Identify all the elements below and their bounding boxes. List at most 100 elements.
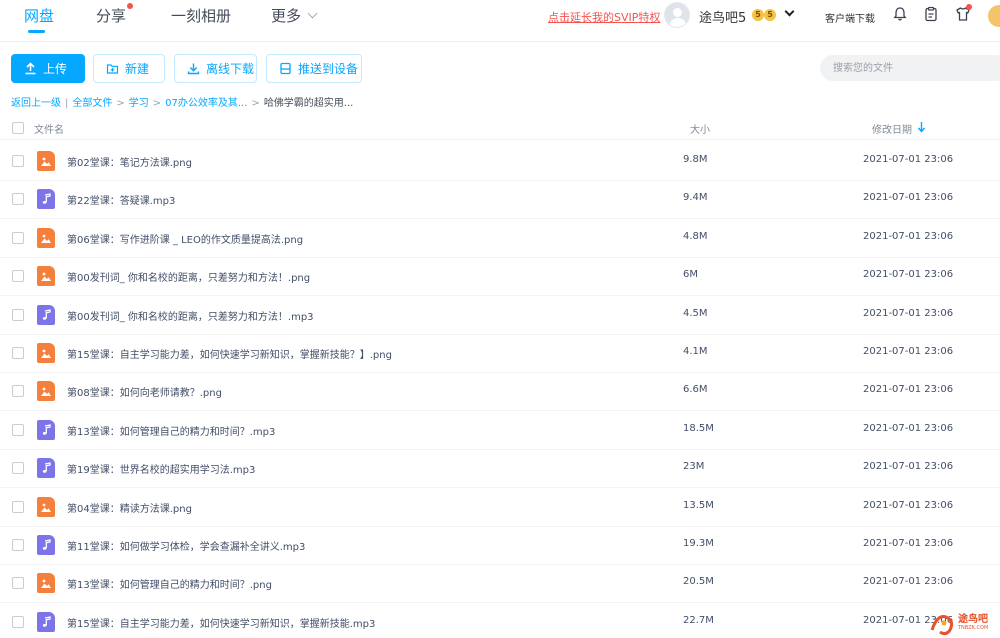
nav-tab-share[interactable]: 分享 bbox=[96, 5, 126, 26]
nav-tab-more[interactable]: 更多 bbox=[271, 5, 301, 26]
row-checkbox[interactable] bbox=[12, 423, 24, 436]
search-input[interactable] bbox=[820, 55, 1000, 81]
image-file-icon bbox=[37, 266, 55, 287]
sort-descending-icon[interactable] bbox=[917, 121, 926, 133]
row-checkbox[interactable] bbox=[12, 539, 24, 551]
client-download-link[interactable]: 客户端下载 bbox=[825, 10, 875, 25]
file-row[interactable]: 第06堂课：写作进阶课 _ LEO的作文质量提高法.png 4.8M 2021-07… bbox=[0, 219, 1000, 258]
row-checkbox[interactable] bbox=[12, 500, 24, 513]
file-size: 4.5M bbox=[683, 307, 708, 319]
breadcrumb-office[interactable]: 07办公效率及其... bbox=[165, 94, 247, 109]
select-all-checkbox[interactable] bbox=[12, 122, 24, 134]
download-icon bbox=[187, 63, 200, 75]
file-size: 6M bbox=[683, 269, 698, 281]
file-row[interactable]: 第04堂课：精读方法课.png 13.5M 2021-07-01 23:06 bbox=[0, 488, 1000, 527]
vip-badge-icon: 5 bbox=[764, 9, 776, 21]
file-name[interactable]: 第22堂课：答疑课.mp3 bbox=[67, 192, 175, 207]
row-checkbox[interactable] bbox=[12, 231, 24, 244]
file-row[interactable]: 第22堂课：答疑课.mp3 9.4M 2021-07-01 23:06 bbox=[0, 180, 1000, 220]
breadcrumb-chevron-icon: > bbox=[116, 98, 125, 109]
file-row[interactable]: 第00发刊词_ 你和名校的距离，只差努力和方法！.png 6M 2021-07-01… bbox=[0, 257, 1000, 297]
breadcrumb-chevron-icon: > bbox=[152, 98, 162, 109]
breadcrumb-back[interactable]: 返回上一级 bbox=[11, 94, 61, 109]
profile-avatar[interactable] bbox=[988, 5, 1000, 27]
file-name[interactable]: 第06堂课：写作进阶课 _ LEO的作文质量提高法.png bbox=[67, 231, 303, 246]
column-header-date[interactable]: 修改日期 bbox=[872, 121, 912, 136]
file-size: 23M bbox=[683, 461, 705, 473]
row-checkbox[interactable] bbox=[12, 193, 24, 206]
file-row[interactable]: 第00发刊词_ 你和名校的距离，只差努力和方法！.mp3 4.5M 2021-07-… bbox=[0, 296, 1000, 335]
file-size: 4.1M bbox=[683, 346, 708, 357]
audio-file-icon bbox=[37, 419, 55, 440]
file-row[interactable]: 第13堂课：如何管理自己的精力和时间？.mp3 18.5M 2021-07-01 2… bbox=[0, 411, 1000, 450]
file-name[interactable]: 第15堂课：自主学习能力差，如何快速学习新知识，掌握新技能.mp3 bbox=[67, 615, 375, 630]
svip-renew-link[interactable]: 点击延长我的SVIP特权 bbox=[548, 9, 660, 25]
breadcrumb-all-files[interactable]: 全部文件 bbox=[72, 94, 112, 109]
file-size: 19.3M bbox=[683, 538, 714, 549]
more-chevron-down-icon[interactable] bbox=[307, 8, 318, 19]
file-row[interactable]: 第02堂课：笔记方法课.png 9.8M 2021-07-01 23:06 bbox=[0, 142, 1000, 181]
file-row[interactable]: 第15堂课：自主学习能力差，如何快速学习新知识，掌握新技能.mp3 22.7M 20… bbox=[0, 603, 1000, 638]
breadcrumb-study[interactable]: 学习 bbox=[129, 94, 149, 109]
nav-active-indicator bbox=[28, 30, 45, 33]
file-name[interactable]: 第02堂课：笔记方法课.png bbox=[67, 154, 192, 169]
row-checkbox[interactable] bbox=[12, 270, 24, 283]
upload-label: 上传 bbox=[43, 62, 68, 76]
new-button[interactable]: 新建 bbox=[93, 54, 165, 83]
row-checkbox[interactable] bbox=[12, 462, 24, 475]
row-checkbox[interactable] bbox=[12, 308, 24, 321]
new-folder-icon bbox=[106, 64, 119, 74]
file-name[interactable]: 第13堂课：如何管理自己的精力和时间？.png bbox=[67, 576, 272, 591]
column-header-name[interactable]: 文件名 bbox=[34, 121, 64, 136]
image-file-icon bbox=[37, 227, 55, 248]
image-file-icon bbox=[37, 343, 55, 363]
file-size: 9.8M bbox=[683, 154, 708, 165]
audio-file-icon bbox=[37, 611, 55, 632]
file-name[interactable]: 第13堂课：如何管理自己的精力和时间？.mp3 bbox=[67, 423, 275, 438]
device-icon bbox=[280, 62, 291, 75]
nav-tab-moment-album[interactable]: 一刻相册 bbox=[171, 5, 231, 26]
file-name[interactable]: 第19堂课：世界名校的超实用学习法.mp3 bbox=[67, 461, 255, 476]
file-size: 9.4M bbox=[683, 192, 708, 204]
file-size: 13.5M bbox=[683, 499, 714, 511]
file-name[interactable]: 第11堂课：如何做学习体检，学会查漏补全讲义.mp3 bbox=[67, 538, 305, 553]
share-notification-dot bbox=[127, 3, 133, 9]
row-checkbox[interactable] bbox=[12, 155, 24, 167]
upload-button[interactable]: 上传 bbox=[11, 54, 85, 83]
row-checkbox[interactable] bbox=[12, 347, 24, 359]
file-row[interactable]: 第19堂课：世界名校的超实用学习法.mp3 23M 2021-07-01 23:06 bbox=[0, 449, 1000, 489]
file-name[interactable]: 第00发刊词_ 你和名校的距离，只差努力和方法！.png bbox=[67, 269, 310, 284]
row-checkbox[interactable] bbox=[12, 577, 24, 590]
new-label: 新建 bbox=[125, 62, 150, 76]
offline-download-label: 离线下载 bbox=[206, 62, 255, 76]
user-avatar[interactable] bbox=[664, 2, 690, 28]
breadcrumb-separator: | bbox=[65, 98, 69, 109]
file-row[interactable]: 第08堂课：如何向老师请教？.png 6.6M 2021-07-01 23:06 bbox=[0, 372, 1000, 412]
username[interactable]: 途鸟吧5 bbox=[699, 7, 746, 26]
offline-download-button[interactable]: 离线下载 bbox=[174, 54, 257, 83]
file-modified-date: 2021-07-01 23:06 bbox=[863, 576, 954, 588]
file-name[interactable]: 第04堂课：精读方法课.png bbox=[67, 500, 192, 515]
file-name[interactable]: 第08堂课：如何向老师请教？.png bbox=[67, 384, 222, 399]
row-checkbox[interactable] bbox=[12, 615, 24, 628]
row-checkbox[interactable] bbox=[12, 385, 24, 398]
column-header-size[interactable]: 大小 bbox=[690, 121, 710, 136]
file-modified-date: 2021-07-01 23:06 bbox=[863, 499, 954, 511]
audio-file-icon bbox=[37, 535, 55, 555]
file-modified-date: 2021-07-01 23:06 bbox=[863, 461, 954, 473]
watermark-subtext: TNBZK.COM bbox=[958, 625, 989, 631]
user-menu-chevron-icon[interactable] bbox=[784, 6, 795, 17]
file-row[interactable]: 第13堂课：如何管理自己的精力和时间？.png 20.5M 2021-07-01 2… bbox=[0, 564, 1000, 604]
file-name[interactable]: 第00发刊词_ 你和名校的距离，只差努力和方法！.mp3 bbox=[67, 308, 314, 323]
file-row[interactable]: 第15堂课：自主学习能力差，如何快速学习新知识，掌握新技能？】.png 4.1M 2… bbox=[0, 334, 1000, 373]
nav-tab-netdisk[interactable]: 网盘 bbox=[24, 5, 54, 26]
push-to-device-button[interactable]: 推送到设备 bbox=[266, 54, 362, 83]
clipboard-icon[interactable] bbox=[923, 6, 939, 22]
file-modified-date: 2021-07-01 23:06 bbox=[863, 154, 954, 165]
file-name[interactable]: 第15堂课：自主学习能力差，如何快速学习新知识，掌握新技能？】.png bbox=[67, 346, 392, 361]
bell-icon[interactable] bbox=[892, 6, 908, 22]
file-modified-date: 2021-07-01 23:06 bbox=[863, 384, 954, 396]
file-modified-date: 2021-07-01 23:06 bbox=[863, 422, 954, 434]
file-modified-date: 2021-07-01 23:06 bbox=[863, 230, 954, 242]
file-row[interactable]: 第11堂课：如何做学习体检，学会查漏补全讲义.mp3 19.3M 2021-07-0… bbox=[0, 526, 1000, 565]
